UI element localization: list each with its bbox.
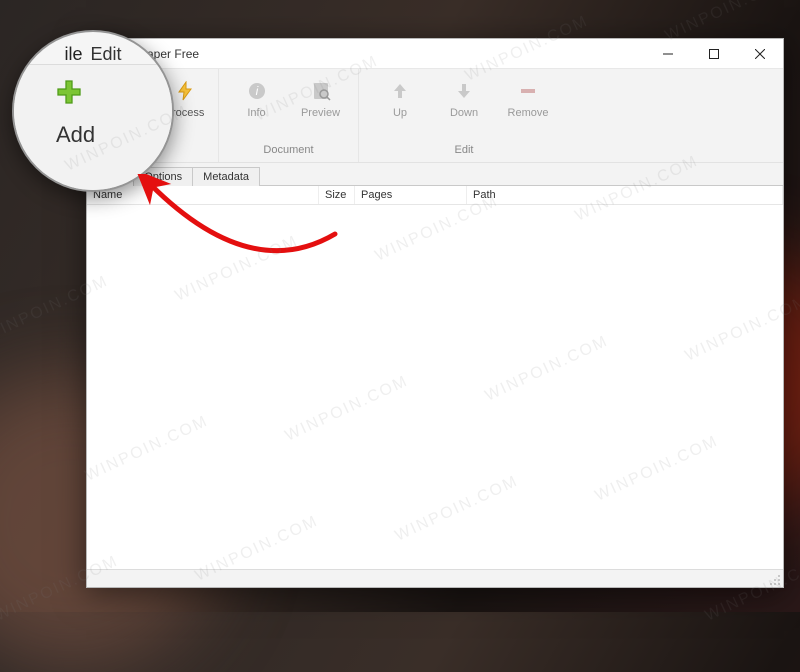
- info-icon: i: [247, 81, 267, 101]
- magnifier-callout: ile Edit Add: [12, 30, 174, 192]
- group-edit-label: Edit: [455, 140, 474, 162]
- mag-add-label: Add: [56, 122, 95, 148]
- mag-menu-file: ile: [64, 44, 82, 65]
- arrow-up-icon: [390, 81, 410, 101]
- svg-text:i: i: [255, 84, 258, 98]
- status-bar: [87, 569, 783, 587]
- down-button[interactable]: Down: [432, 79, 496, 119]
- up-button[interactable]: Up: [368, 79, 432, 119]
- preview-button[interactable]: Preview: [289, 79, 353, 119]
- minus-icon: [518, 81, 538, 101]
- app-window: - PDF Shaper Free Add: [86, 38, 784, 588]
- toolbar: Add Process i Info: [87, 69, 783, 163]
- remove-label: Remove: [508, 107, 549, 119]
- close-button[interactable]: [737, 39, 783, 69]
- file-list[interactable]: [87, 205, 783, 569]
- up-label: Up: [393, 107, 407, 119]
- col-size[interactable]: Size: [319, 186, 355, 204]
- col-path[interactable]: Path: [467, 186, 783, 204]
- down-label: Down: [450, 107, 478, 119]
- title-bar: - PDF Shaper Free: [87, 39, 783, 69]
- mag-plus-icon: [56, 79, 82, 110]
- tab-strip: Files Options Metadata: [87, 163, 783, 185]
- tab-metadata[interactable]: Metadata: [192, 167, 260, 186]
- lightning-icon: [175, 81, 195, 101]
- minimize-button[interactable]: [645, 39, 691, 69]
- preview-icon: [311, 81, 331, 101]
- col-pages[interactable]: Pages: [355, 186, 467, 204]
- remove-button[interactable]: Remove: [496, 79, 560, 119]
- maximize-button[interactable]: [691, 39, 737, 69]
- preview-label: Preview: [301, 107, 340, 119]
- info-button[interactable]: i Info: [225, 79, 289, 119]
- group-document-label: Document: [263, 140, 313, 162]
- window-title: PDF Shaper Free: [103, 47, 645, 61]
- list-header: Name Size Pages Path: [87, 185, 783, 205]
- arrow-down-icon: [454, 81, 474, 101]
- info-label: Info: [247, 107, 265, 119]
- mag-menu-edit: Edit: [90, 44, 121, 65]
- resize-grip-icon[interactable]: [769, 573, 781, 585]
